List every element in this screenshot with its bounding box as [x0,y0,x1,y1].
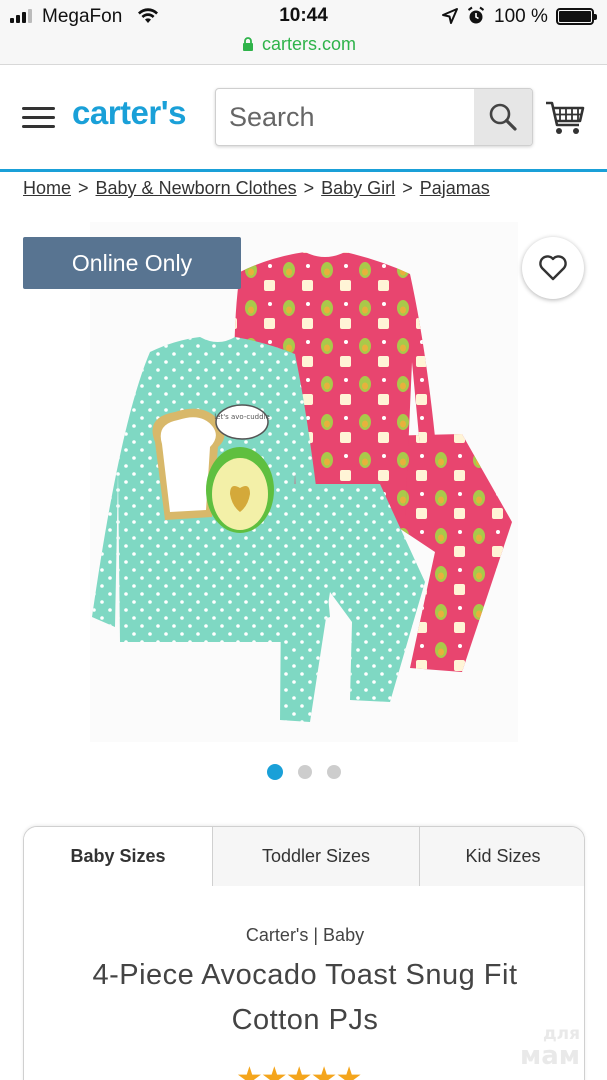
lock-icon [243,37,253,51]
breadcrumb: Home > Baby & Newborn Clothes > Baby Girl > Pa… [23,178,490,199]
brand-logo-text: carter's [72,94,186,131]
brand-logo[interactable]: carter's [72,94,186,132]
size-tabs: Baby Sizes Toddler Sizes Kid Sizes [24,827,584,887]
carousel-dot-3[interactable] [326,765,341,779]
heart-icon [539,255,567,281]
site-header: carter's [0,66,607,172]
product-image[interactable]: let's avo-cuddle [90,222,518,742]
url-text[interactable]: carters.com [262,34,356,55]
hamburger-menu-icon[interactable] [22,105,56,131]
breadcrumb-baby-newborn[interactable]: Baby & Newborn Clothes [96,178,297,198]
battery-icon [556,8,597,25]
search-icon [489,103,517,131]
speech-bubble-text: let's avo-cuddle [214,413,270,421]
alarm-clock-icon [467,6,485,24]
search-box [215,88,533,146]
favorite-button[interactable] [522,237,584,299]
breadcrumb-baby-girl[interactable]: Baby Girl [321,178,395,198]
product-brand-line: Carter's | Baby [245,925,365,945]
watermark-line-2: мам [520,1041,581,1071]
tab-toddler-sizes[interactable]: Toddler Sizes [212,827,419,886]
breadcrumb-pajamas[interactable]: Pajamas [420,178,490,198]
pajama-set-illustration: let's avo-cuddle [92,252,512,722]
tab-kid-sizes[interactable]: Kid Sizes [419,827,584,886]
battery-percent: 100 % [494,6,548,27]
breadcrumb-home[interactable]: Home [23,178,71,198]
tab-baby-sizes[interactable]: Baby Sizes [24,827,212,887]
online-only-label: Online Only [71,249,193,276]
product-title: 4-Piece Avocado Toast Snug Fit Cotton PJ… [92,959,518,1036]
location-arrow-icon [442,8,458,24]
image-carousel-dots [0,764,607,780]
online-only-badge: Online Only [23,237,241,289]
carousel-dot-1[interactable] [266,764,283,780]
breadcrumb-separator: > [402,178,413,198]
star-rating[interactable]: ★★★★★ [236,1061,362,1080]
browser-url-bar[interactable]: carters.com [0,32,607,65]
breadcrumb-separator: > [78,178,89,198]
watermark: для мам [520,1026,581,1071]
shopping-cart-icon[interactable] [545,100,585,136]
breadcrumb-separator: > [303,178,315,198]
search-button[interactable] [474,89,532,145]
status-bar: MegaFon 10:44 100 % [0,0,607,32]
product-info-card: Baby Sizes Toddler Sizes Kid Sizes Carte… [23,826,585,1080]
carousel-dot-2[interactable] [297,765,312,779]
search-input[interactable] [216,89,474,145]
